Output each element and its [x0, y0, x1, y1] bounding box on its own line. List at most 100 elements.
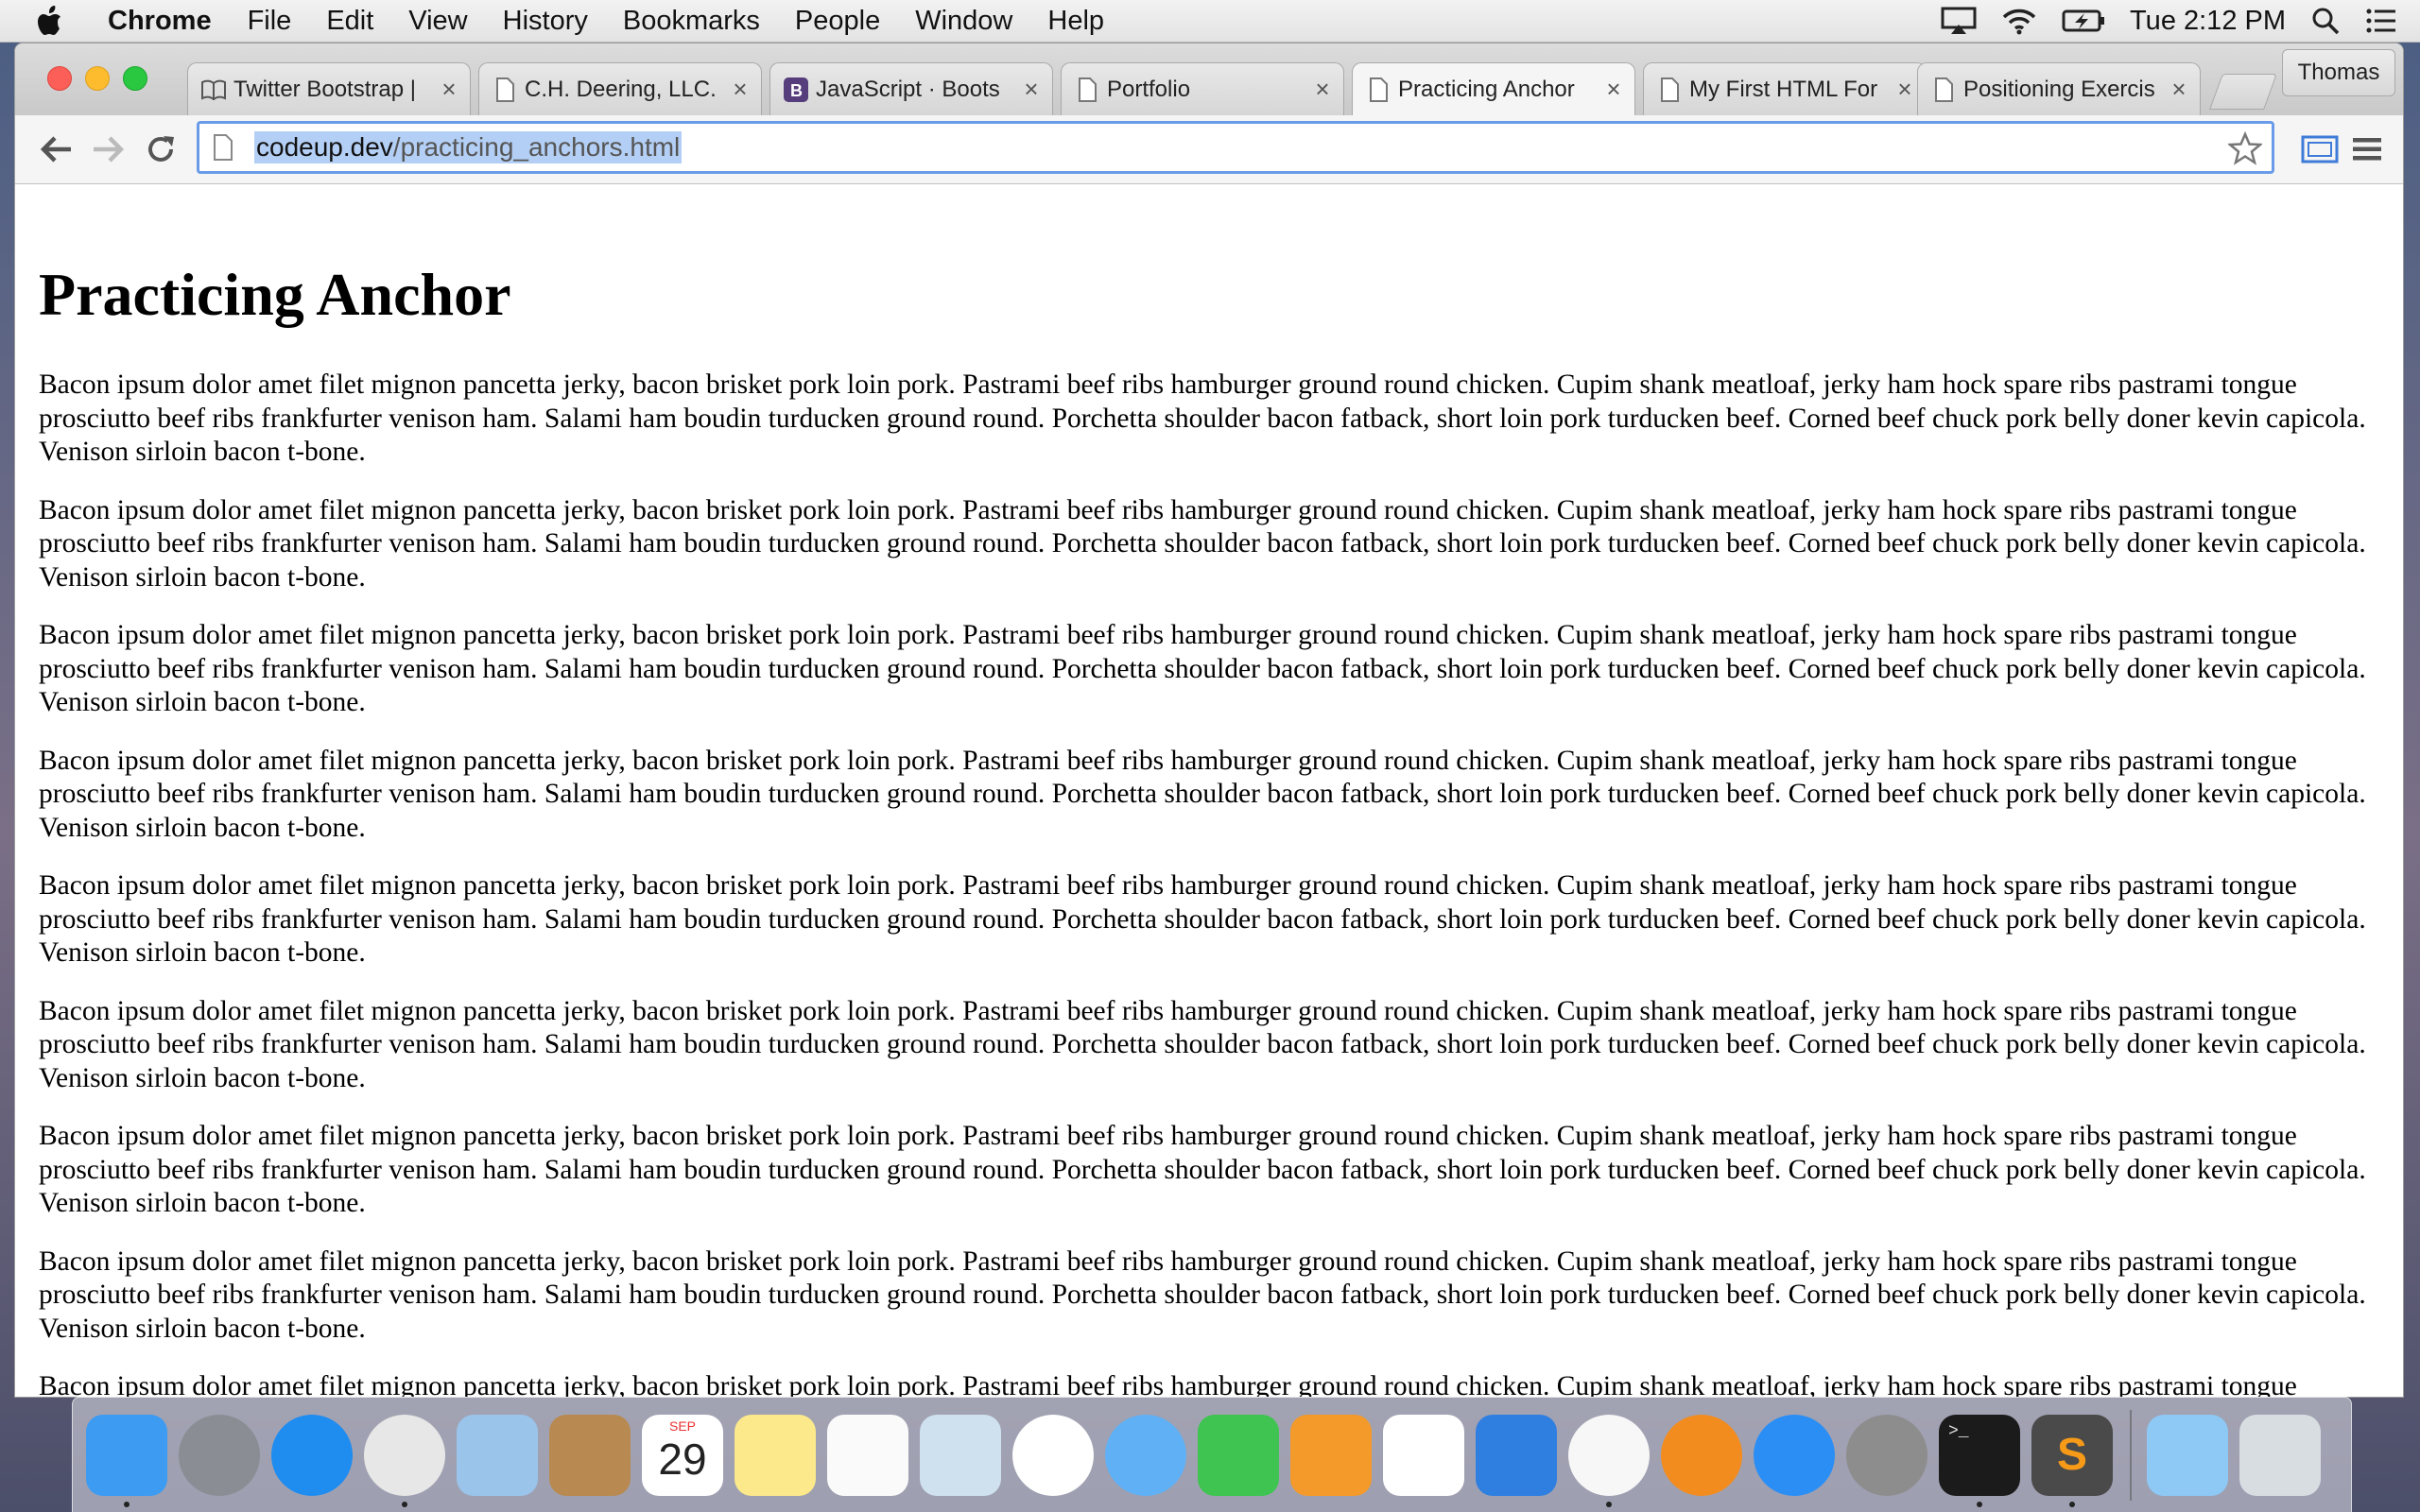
notification-center-icon[interactable]: [2365, 8, 2397, 34]
url-host: codeup.dev: [256, 132, 393, 162]
tab-title: My First HTML For: [1689, 76, 1878, 102]
terminal-prompt: >_: [1948, 1421, 1969, 1441]
launchpad-icon[interactable]: [179, 1414, 260, 1496]
safari-icon[interactable]: [271, 1414, 353, 1496]
menu-window[interactable]: Window: [915, 6, 1012, 37]
body-paragraph: Bacon ipsum dolor amet filet mignon panc…: [39, 1121, 2366, 1218]
menu-history[interactable]: History: [503, 6, 588, 37]
minimize-window-button[interactable]: [85, 66, 110, 91]
calendar-icon[interactable]: SEP 29: [642, 1414, 723, 1496]
page-heading: Practicing Anchor: [39, 261, 511, 328]
tab-ch-deering[interactable]: C.H. Deering, LLC. ×: [478, 62, 762, 115]
menu-bookmarks[interactable]: Bookmarks: [623, 6, 760, 37]
running-indicator: [1977, 1501, 1982, 1507]
facetime-icon[interactable]: [1198, 1414, 1279, 1496]
pages-icon[interactable]: [1290, 1414, 1372, 1496]
chrome-icon[interactable]: [364, 1414, 445, 1507]
close-window-button[interactable]: [47, 66, 72, 91]
tab-practicing-anchor[interactable]: Practicing Anchor ×: [1352, 62, 1635, 115]
new-tab-button[interactable]: [2209, 74, 2277, 110]
profile-button[interactable]: Thomas: [2282, 49, 2395, 96]
menu-bar: Chrome File Edit View History Bookmarks …: [0, 0, 2420, 43]
dock-separator: [2130, 1409, 2132, 1501]
mail-icon[interactable]: [457, 1414, 538, 1496]
sublime-s-glyph: S: [2056, 1430, 2087, 1480]
paragraph-list: Bacon ipsum dolor amet filet mignon panc…: [39, 369, 2393, 1397]
tab-title: Twitter Bootstrap |: [233, 76, 416, 102]
photos-icon[interactable]: [1012, 1414, 1094, 1496]
menu-people[interactable]: People: [795, 6, 880, 37]
page-icon: [1366, 77, 1391, 102]
tab-title: Positioning Exercis: [1963, 76, 2155, 102]
calendar-month: SEP: [668, 1418, 696, 1434]
menu-clock[interactable]: Tue 2:12 PM: [2130, 6, 2286, 37]
chrome-menu-icon[interactable]: [2348, 130, 2386, 168]
terminal-icon[interactable]: >_: [1939, 1414, 2020, 1507]
trash-icon[interactable]: [2239, 1414, 2321, 1496]
tab-strip: Twitter Bootstrap | × C.H. Deering, LLC.…: [15, 43, 2403, 115]
cast-icon[interactable]: [2301, 130, 2339, 168]
svg-text:B: B: [790, 81, 803, 100]
reminders-icon[interactable]: [827, 1414, 908, 1496]
running-indicator: [124, 1501, 130, 1507]
tab-close-icon[interactable]: ×: [1602, 75, 1625, 104]
tab-close-icon[interactable]: ×: [1020, 75, 1043, 104]
tab-title: C.H. Deering, LLC.: [525, 76, 717, 102]
menu-view[interactable]: View: [408, 6, 467, 37]
calendar-day: 29: [658, 1434, 707, 1484]
finder-icon[interactable]: [86, 1414, 167, 1507]
tab-title: JavaScript · Boots: [816, 76, 1000, 102]
address-bar[interactable]: codeup.dev/practicing_anchors.html: [197, 121, 2274, 174]
zoom-window-button[interactable]: [123, 66, 147, 91]
running-indicator: [402, 1501, 407, 1507]
body-paragraph: Bacon ipsum dolor amet filet mignon panc…: [39, 1371, 2297, 1397]
airplay-icon[interactable]: [1941, 7, 1977, 35]
tab-javascript-bootstrap[interactable]: B JavaScript · Boots ×: [769, 62, 1053, 115]
downloads-folder-icon[interactable]: [2147, 1414, 2228, 1496]
tab-close-icon[interactable]: ×: [1311, 75, 1334, 104]
wifi-icon[interactable]: [2001, 7, 2037, 35]
page-icon: [1075, 77, 1099, 102]
tab-close-icon[interactable]: ×: [438, 75, 460, 104]
back-button[interactable]: [38, 130, 76, 168]
dock: SEP 29 >_ S: [72, 1397, 2352, 1512]
tab-portfolio[interactable]: Portfolio ×: [1061, 62, 1344, 115]
body-paragraph: Bacon ipsum dolor amet filet mignon panc…: [39, 494, 2366, 593]
menu-file[interactable]: File: [248, 6, 292, 37]
contacts-icon[interactable]: [549, 1414, 631, 1496]
sublime-text-icon[interactable]: S: [2031, 1414, 2113, 1507]
tab-twitter-bootstrap[interactable]: Twitter Bootstrap | ×: [187, 62, 471, 115]
ibooks-icon[interactable]: [1661, 1414, 1742, 1496]
book-icon: [201, 77, 226, 102]
numbers-icon[interactable]: [1383, 1414, 1464, 1496]
tab-close-icon[interactable]: ×: [2168, 75, 2190, 104]
tab-my-first-html-form[interactable]: My First HTML For ×: [1643, 62, 1927, 115]
running-indicator: [1606, 1501, 1612, 1507]
tab-close-icon[interactable]: ×: [1893, 75, 1916, 104]
menu-edit[interactable]: Edit: [326, 6, 373, 37]
page-info-icon[interactable]: [213, 132, 239, 163]
itunes-icon[interactable]: [1568, 1414, 1650, 1507]
tab-positioning-exercise[interactable]: Positioning Exercis ×: [1917, 62, 2201, 115]
system-preferences-icon[interactable]: [1846, 1414, 1927, 1496]
url-text[interactable]: codeup.dev/practicing_anchors.html: [254, 131, 683, 163]
tab-close-icon[interactable]: ×: [729, 75, 752, 104]
tab-title: Portfolio: [1107, 76, 1191, 102]
body-paragraph: Bacon ipsum dolor amet filet mignon panc…: [39, 995, 2366, 1093]
app-store-icon[interactable]: [1754, 1414, 1835, 1496]
body-paragraph: Bacon ipsum dolor amet filet mignon panc…: [39, 620, 2366, 717]
apple-menu-icon[interactable]: [38, 5, 76, 37]
reload-button[interactable]: [142, 130, 180, 168]
browser-toolbar: codeup.dev/practicing_anchors.html: [15, 115, 2403, 184]
notes-icon[interactable]: [735, 1414, 816, 1496]
menu-help[interactable]: Help: [1047, 6, 1104, 37]
forward-button[interactable]: [89, 130, 127, 168]
messages-icon[interactable]: [1105, 1414, 1186, 1496]
keynote-icon[interactable]: [1476, 1414, 1557, 1496]
spotlight-search-icon[interactable]: [2310, 6, 2341, 36]
menu-app-name[interactable]: Chrome: [108, 6, 212, 37]
battery-icon[interactable]: [2062, 8, 2105, 34]
url-path: /practicing_anchors.html: [392, 132, 681, 162]
bookmark-star-icon[interactable]: [2226, 130, 2264, 170]
preview-icon[interactable]: [920, 1414, 1001, 1496]
